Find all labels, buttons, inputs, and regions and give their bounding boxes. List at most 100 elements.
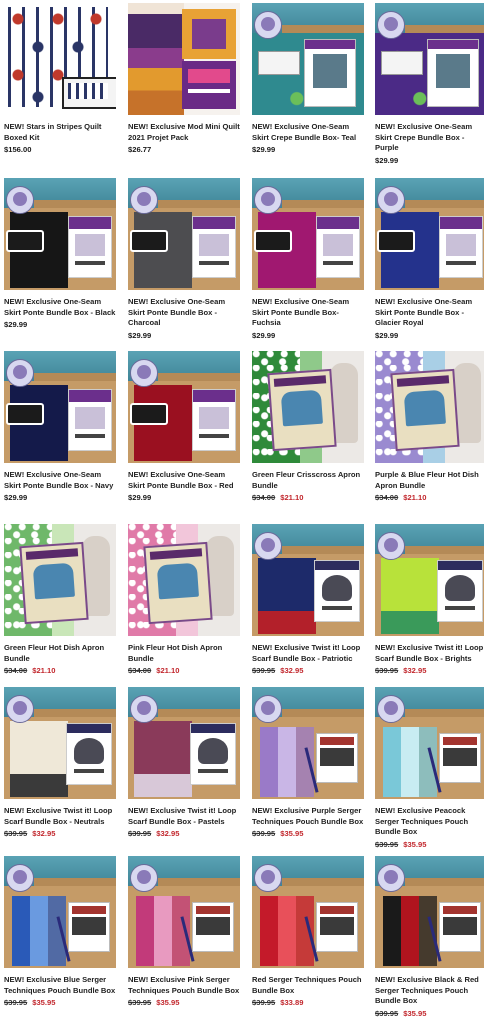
product-title-link[interactable]: NEW! Exclusive One-Seam Skirt Ponte Bund… <box>4 297 116 318</box>
brand-logo-icon <box>6 186 34 214</box>
product-card[interactable]: NEW! Exclusive Twist it! Loop Scarf Bund… <box>375 524 484 676</box>
product-image[interactable] <box>252 524 364 636</box>
fabric-graphic <box>381 558 439 634</box>
product-title-link[interactable]: NEW! Exclusive Twist it! Loop Scarf Bund… <box>4 806 116 827</box>
product-image[interactable] <box>4 351 116 463</box>
product-title-link[interactable]: NEW! Exclusive Twist it! Loop Scarf Bund… <box>128 806 240 827</box>
product-image[interactable] <box>375 856 484 968</box>
storage-case-graphic <box>130 230 168 252</box>
product-card[interactable]: Green Fleur Crisscross Apron Bundle $34.0… <box>252 351 364 503</box>
product-image[interactable] <box>375 351 484 463</box>
product-image[interactable] <box>252 351 364 463</box>
product-image[interactable] <box>4 524 116 636</box>
sale-price: $35.95 <box>280 829 304 838</box>
product-image[interactable] <box>128 856 240 968</box>
product-image[interactable] <box>4 687 116 799</box>
product-image[interactable] <box>4 178 116 290</box>
product-image[interactable] <box>128 524 240 636</box>
product-image[interactable] <box>128 178 240 290</box>
original-price: $34.00 <box>128 666 152 675</box>
brand-logo-icon <box>377 186 405 214</box>
product-card[interactable]: Red Serger Techniques Pouch Bundle Box $3… <box>252 856 364 1008</box>
product-title-link[interactable]: NEW! Exclusive Blue Serger Techniques Po… <box>4 975 116 996</box>
product-card[interactable]: Green Fleur Hot Dish Apron Bundle $34.00 $… <box>4 524 116 676</box>
pattern-card-graphic <box>19 541 89 625</box>
product-title-link[interactable]: NEW! Exclusive One-Seam Skirt Ponte Bund… <box>128 297 240 329</box>
product-title-link[interactable]: NEW! Exclusive Mod Mini Quilt 2021 Proje… <box>128 122 240 143</box>
product-grid: NEW! Stars in Stripes Quilt Boxed Kit $15… <box>0 0 484 1024</box>
product-title-link[interactable]: NEW! Exclusive One-Seam Skirt Ponte Bund… <box>375 297 484 329</box>
product-price: $39.95 $35.95 <box>252 829 364 839</box>
product-title-link[interactable]: NEW! Exclusive Peacock Serger Techniques… <box>375 806 484 838</box>
product-image[interactable] <box>375 3 484 115</box>
pattern-card-graphic <box>316 902 358 952</box>
sale-price: $32.95 <box>403 666 427 675</box>
product-image[interactable] <box>375 524 484 636</box>
product-card[interactable]: NEW! Exclusive Twist it! Loop Scarf Bund… <box>128 687 240 839</box>
original-price: $39.95 <box>128 998 152 1007</box>
product-card[interactable]: NEW! Exclusive One-Seam Skirt Crepe Bund… <box>252 3 364 155</box>
product-title-link[interactable]: NEW! Exclusive One-Seam Skirt Crepe Bund… <box>252 122 364 143</box>
regular-price: $29.99 <box>375 155 399 165</box>
product-title-link[interactable]: Green Fleur Hot Dish Apron Bundle <box>4 643 116 664</box>
product-title-link[interactable]: NEW! Exclusive One-Seam Skirt Crepe Bund… <box>375 122 484 154</box>
product-image[interactable] <box>252 178 364 290</box>
fabric-graphic <box>258 558 316 634</box>
original-price: $39.95 <box>252 666 276 675</box>
product-card[interactable]: NEW! Exclusive Twist it! Loop Scarf Bund… <box>4 687 116 839</box>
sale-price: $32.95 <box>156 829 180 838</box>
product-title-link[interactable]: Pink Fleur Hot Dish Apron Bundle <box>128 643 240 664</box>
product-image[interactable] <box>4 3 116 115</box>
product-title-link[interactable]: Red Serger Techniques Pouch Bundle Box <box>252 975 364 996</box>
product-image[interactable] <box>252 856 364 968</box>
brand-logo-icon <box>254 186 282 214</box>
product-title-link[interactable]: NEW! Exclusive Pink Serger Techniques Po… <box>128 975 240 996</box>
original-price: $39.95 <box>252 998 276 1007</box>
product-price: $29.99 <box>375 156 484 166</box>
regular-price: $26.77 <box>128 145 152 154</box>
product-card[interactable]: NEW! Exclusive One-Seam Skirt Ponte Bund… <box>375 178 484 341</box>
product-card[interactable]: NEW! Exclusive One-Seam Skirt Ponte Bund… <box>128 351 240 503</box>
product-image[interactable] <box>128 687 240 799</box>
brand-logo-icon <box>6 359 34 387</box>
product-card[interactable]: NEW! Exclusive Peacock Serger Techniques… <box>375 687 484 850</box>
product-title-link[interactable]: NEW! Exclusive Purple Serger Techniques … <box>252 806 364 827</box>
product-title-link[interactable]: NEW! Exclusive Black & Red Serger Techni… <box>375 975 484 1007</box>
product-card[interactable]: NEW! Exclusive Purple Serger Techniques … <box>252 687 364 839</box>
pattern-card-graphic <box>68 216 112 278</box>
product-price: $29.99 <box>252 331 364 341</box>
product-card[interactable]: NEW! Exclusive One-Seam Skirt Ponte Bund… <box>252 178 364 341</box>
product-card[interactable]: Pink Fleur Hot Dish Apron Bundle $34.00 $2… <box>128 524 240 676</box>
product-title-link[interactable]: NEW! Exclusive One-Seam Skirt Ponte Bund… <box>4 470 116 491</box>
product-image[interactable] <box>4 856 116 968</box>
product-title-link[interactable]: NEW! Exclusive One-Seam Skirt Ponte Bund… <box>252 297 364 329</box>
product-image[interactable] <box>252 687 364 799</box>
sale-price: $35.95 <box>156 998 180 1007</box>
product-image[interactable] <box>128 351 240 463</box>
product-card[interactable]: NEW! Exclusive Mod Mini Quilt 2021 Proje… <box>128 3 240 155</box>
product-card[interactable]: NEW! Exclusive One-Seam Skirt Crepe Bund… <box>375 3 484 166</box>
product-image[interactable] <box>252 3 364 115</box>
product-card[interactable]: NEW! Exclusive Blue Serger Techniques Po… <box>4 856 116 1008</box>
product-card[interactable]: NEW! Exclusive Pink Serger Techniques Po… <box>128 856 240 1008</box>
product-card[interactable]: NEW! Exclusive One-Seam Skirt Ponte Bund… <box>4 351 116 503</box>
product-card[interactable]: NEW! Stars in Stripes Quilt Boxed Kit $15… <box>4 3 116 155</box>
pattern-card-graphic <box>314 560 360 622</box>
product-card[interactable]: NEW! Exclusive One-Seam Skirt Ponte Bund… <box>128 178 240 341</box>
product-card[interactable]: NEW! Exclusive Black & Red Serger Techni… <box>375 856 484 1019</box>
product-title-link[interactable]: NEW! Exclusive One-Seam Skirt Ponte Bund… <box>128 470 240 491</box>
product-image[interactable] <box>128 3 240 115</box>
brand-logo-icon <box>6 695 34 723</box>
sale-price: $33.89 <box>280 998 304 1007</box>
product-title-link[interactable]: Green Fleur Crisscross Apron Bundle <box>252 470 364 491</box>
product-price: $156.00 <box>4 145 116 155</box>
product-title-link[interactable]: NEW! Exclusive Twist it! Loop Scarf Bund… <box>252 643 364 664</box>
product-title-link[interactable]: NEW! Stars in Stripes Quilt Boxed Kit <box>4 122 116 143</box>
product-image[interactable] <box>375 687 484 799</box>
product-card[interactable]: NEW! Exclusive Twist it! Loop Scarf Bund… <box>252 524 364 676</box>
product-title-link[interactable]: NEW! Exclusive Twist it! Loop Scarf Bund… <box>375 643 484 664</box>
product-card[interactable]: NEW! Exclusive One-Seam Skirt Ponte Bund… <box>4 178 116 330</box>
product-image[interactable] <box>375 178 484 290</box>
product-card[interactable]: Purple & Blue Fleur Hot Dish Apron Bundl… <box>375 351 484 503</box>
product-title-link[interactable]: Purple & Blue Fleur Hot Dish Apron Bundl… <box>375 470 484 491</box>
